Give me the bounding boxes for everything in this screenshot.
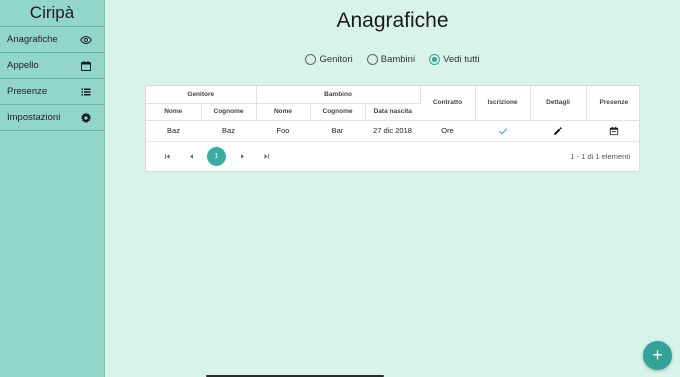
anagrafiche-table: Genitore Bambino Contratto Iscrizione De… — [146, 86, 642, 142]
anagrafiche-table-card: Genitore Bambino Contratto Iscrizione De… — [145, 85, 642, 172]
gear-icon — [81, 112, 91, 123]
pagination-range: 1 - 1 di 1 elementi — [570, 151, 630, 161]
sidebar-item-label: Presenze — [7, 86, 48, 97]
add-button[interactable]: + — [643, 341, 672, 370]
radio-label: Vedi tutti — [443, 54, 480, 65]
last-page-button[interactable] — [255, 145, 277, 167]
column-header-genitore-cognome: Cognome — [201, 103, 257, 121]
cell-bambino-cognome: Bar — [310, 120, 366, 142]
cell-bambino-nome: Foo — [256, 120, 311, 142]
next-page-button[interactable] — [231, 145, 253, 167]
last-page-icon — [263, 153, 269, 159]
radio-button[interactable] — [305, 54, 317, 65]
filter-genitori[interactable]: Genitori — [305, 54, 353, 65]
cell-genitore-nome: Baz — [146, 120, 201, 142]
cell-genitore-cognome: Baz — [201, 120, 257, 142]
cell-data-nascita: 27 dic 2018 — [365, 120, 421, 142]
main-content: Anagrafiche Genitori Bambini Vedi tutti … — [105, 0, 680, 377]
filter-radio-group: Genitori Bambini Vedi tutti — [105, 54, 680, 65]
plus-icon: + — [652, 345, 663, 365]
cell-contratto: Ore — [420, 120, 476, 142]
eye-icon — [80, 35, 92, 44]
column-header-iscrizione: Iscrizione — [475, 86, 531, 121]
filter-vedi-tutti[interactable]: Vedi tutti — [429, 54, 480, 65]
check-icon — [498, 127, 507, 134]
previous-page-button[interactable] — [180, 145, 202, 167]
page-title: Anagrafiche — [336, 9, 449, 32]
column-header-dettagli: Dettagli — [530, 86, 587, 121]
radio-label: Genitori — [319, 54, 353, 65]
pagination: 1 1 - 1 di 1 elementi — [146, 142, 639, 171]
filter-bambini[interactable]: Bambini — [366, 54, 416, 65]
group-header-genitore: Genitore — [146, 86, 257, 104]
table-row: Baz Baz Foo Bar 27 dic 2018 Ore — [146, 120, 642, 142]
sidebar-item-label: Impostazioni — [7, 112, 61, 123]
sidebar-item-presenze[interactable]: Presenze — [0, 79, 104, 105]
sidebar-item-anagrafiche[interactable]: Anagrafiche — [0, 27, 104, 53]
column-header-bambino-nome: Nome — [256, 103, 311, 121]
column-header-contratto: Contratto — [420, 86, 476, 121]
sidebar-item-appello[interactable]: Appello — [0, 53, 104, 79]
cell-presenze[interactable] — [586, 120, 642, 142]
chevron-left-icon — [189, 153, 193, 159]
column-header-genitore-nome: Nome — [146, 103, 202, 121]
first-page-button[interactable] — [156, 145, 178, 167]
list-icon — [81, 88, 91, 95]
calendar-icon[interactable] — [609, 126, 619, 136]
radio-button[interactable] — [366, 54, 378, 65]
column-header-data-nascita: Data nascita — [365, 103, 421, 121]
cell-dettagli[interactable] — [530, 120, 587, 142]
chevron-right-icon — [240, 153, 244, 159]
cell-iscrizione — [475, 120, 531, 142]
sidebar-item-impostazioni[interactable]: Impostazioni — [0, 105, 104, 131]
pagination-controls: 1 — [156, 145, 277, 167]
calendar-icon — [81, 60, 91, 71]
page-button-current[interactable]: 1 — [207, 146, 226, 166]
group-header-bambino: Bambino — [256, 86, 421, 104]
edit-icon[interactable] — [553, 126, 563, 136]
first-page-icon — [164, 153, 170, 159]
sidebar: Ciripà Anagrafiche Appello Presenze Impo… — [0, 0, 105, 377]
column-header-bambino-cognome: Cognome — [310, 103, 366, 121]
radio-button-selected[interactable] — [429, 54, 441, 65]
sidebar-item-label: Appello — [7, 60, 39, 71]
radio-label: Bambini — [380, 54, 416, 65]
column-header-presenze: Presenze — [586, 86, 642, 121]
sidebar-item-label: Anagrafiche — [7, 34, 58, 45]
app-brand: Ciripà — [0, 0, 104, 27]
